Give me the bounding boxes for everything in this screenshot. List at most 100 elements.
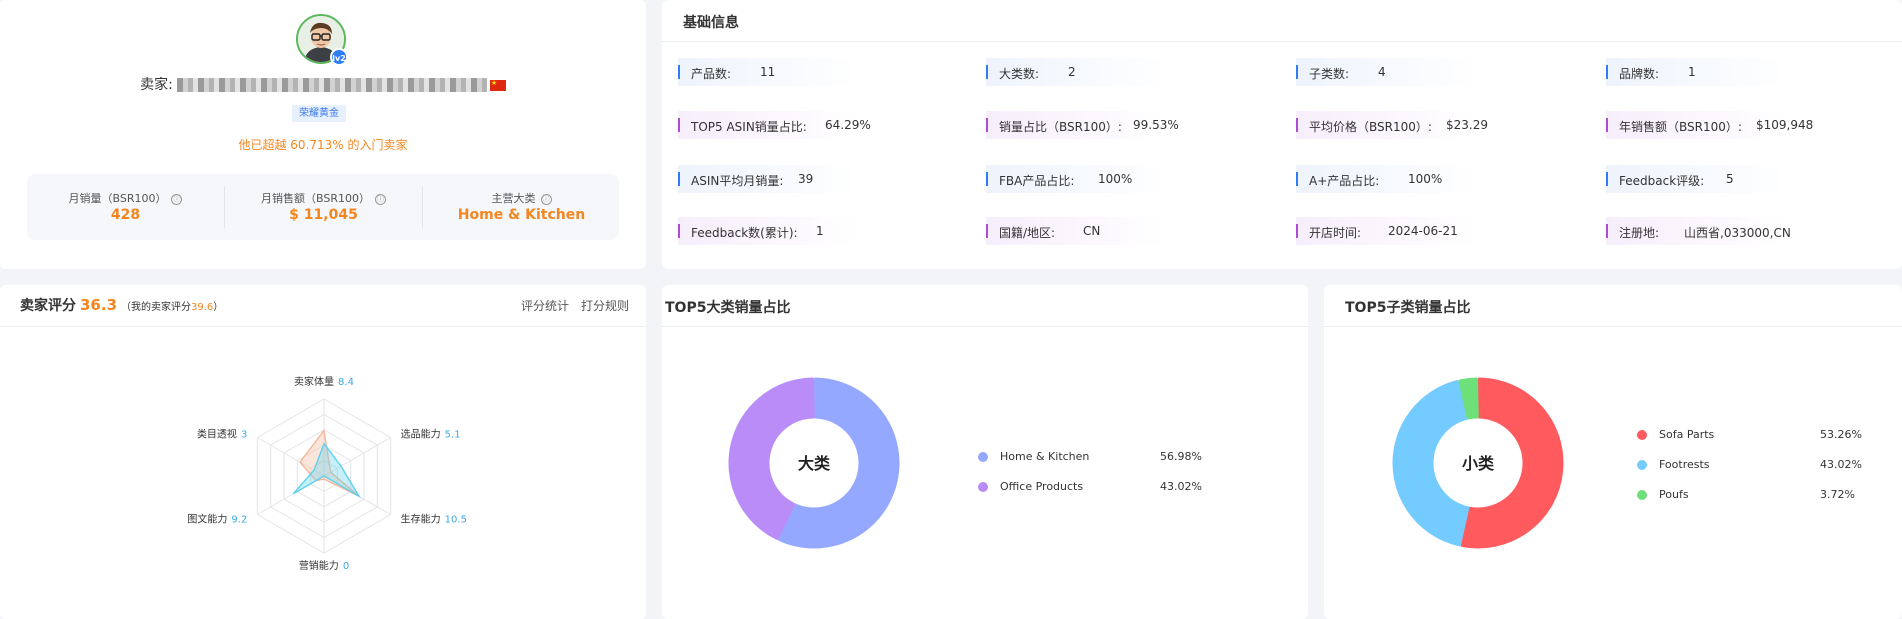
info-value: 山西省,033000,CN bbox=[1684, 226, 1791, 240]
donut-center-label: 大类 bbox=[798, 454, 831, 473]
info-label: 开店时间: bbox=[1309, 226, 1362, 240]
my-score: （我的卖家评分39.6） bbox=[121, 302, 223, 313]
legend-dot-icon bbox=[1637, 490, 1647, 500]
donut-slice[interactable] bbox=[1392, 380, 1470, 547]
info-label: A+产品占比: bbox=[1309, 174, 1380, 188]
score-stats-link[interactable]: 评分统计 bbox=[521, 297, 569, 314]
legend-item[interactable]: Sofa Parts 53.26% bbox=[1637, 428, 1870, 442]
legend-percent: 56.98% bbox=[1160, 450, 1202, 463]
radar-dimension-value: 9.2 bbox=[231, 515, 247, 526]
panel-title: 基础信息 bbox=[683, 15, 739, 31]
info-label: 年销售额（BSR100）: bbox=[1619, 120, 1742, 134]
score-title: 卖家评分 36.3 （我的卖家评分39.6） bbox=[20, 295, 223, 315]
info-item: TOP5 ASIN销量占比: 64.29% bbox=[678, 111, 871, 139]
stat-label: 主营大类 bbox=[491, 192, 536, 205]
info-item: 注册地: 山西省,033000,CN bbox=[1606, 217, 1791, 245]
radar-dimension-name: 选品能力 bbox=[401, 428, 441, 441]
radar-dimension-value: 3 bbox=[241, 430, 247, 441]
info-label: 品牌数: bbox=[1619, 67, 1660, 81]
legend-name: Poufs bbox=[1659, 488, 1689, 501]
info-value: CN bbox=[1083, 224, 1101, 238]
radar-dimension-name: 营销能力 bbox=[299, 559, 339, 572]
panel-header: 卖家评分 36.3 （我的卖家评分39.6） 评分统计 打分规则 bbox=[0, 285, 646, 327]
legend-percent: 43.02% bbox=[1820, 458, 1862, 471]
info-label: 国籍/地区: bbox=[999, 226, 1056, 240]
panel-header: TOP5大类销量占比 bbox=[662, 285, 1308, 327]
beat-percentage-text: 他已超越 60.713% 的入门卖家 bbox=[238, 138, 408, 152]
seller-name-redacted[interactable] bbox=[176, 78, 487, 92]
info-value: 100% bbox=[1098, 172, 1133, 186]
info-value: 2 bbox=[1068, 65, 1076, 79]
info-label: 大类数: bbox=[999, 67, 1040, 81]
subcategory-donut-chart: 小类 bbox=[1392, 377, 1564, 549]
legend-item[interactable]: Footrests 43.02% bbox=[1637, 458, 1870, 472]
seller-card: lv2 卖家: 荣耀黄金 他已超越 60.713% 的入门卖家 月销量（BSR1… bbox=[0, 0, 646, 269]
stat-label: 月销售额（BSR100） bbox=[261, 192, 370, 205]
radar-seller-series bbox=[292, 442, 361, 499]
info-label: TOP5 ASIN销量占比: bbox=[691, 120, 807, 134]
radar-dimension-name: 卖家体量 bbox=[294, 375, 334, 388]
score-rules-link[interactable]: 打分规则 bbox=[581, 297, 629, 314]
info-item: 品牌数: 1 bbox=[1606, 58, 1786, 86]
score-label: 卖家评分 bbox=[20, 298, 76, 314]
info-item: 大类数: 2 bbox=[986, 58, 1166, 86]
info-icon[interactable]: ⓘ bbox=[540, 193, 552, 205]
radar-axis-label: 类目透视 3 bbox=[197, 428, 247, 441]
info-item: 国籍/地区: CN bbox=[986, 217, 1166, 245]
top5-category-panel: TOP5大类销量占比 大类 Home & Kitchen 56.98% Office… bbox=[662, 285, 1308, 619]
info-item: 销量占比（BSR100）: 99.53% bbox=[986, 111, 1179, 139]
info-value: 11 bbox=[760, 65, 776, 79]
stat-monthly-sales: 月销量（BSR100） ⓘ 428 bbox=[27, 174, 224, 240]
score-value: 36.3 bbox=[80, 296, 118, 314]
panel-header: 基础信息 bbox=[662, 0, 1902, 42]
legend-dot-icon bbox=[978, 482, 988, 492]
info-item: ASIN平均月销量: 39 bbox=[678, 165, 858, 193]
info-value: $109,948 bbox=[1756, 118, 1814, 132]
radar-dimension-value: 8.4 bbox=[338, 377, 354, 388]
legend-percent: 3.72% bbox=[1820, 488, 1855, 501]
stat-value: $ 11,045 bbox=[289, 207, 358, 223]
china-flag-icon bbox=[489, 79, 506, 91]
legend-item[interactable]: Poufs 3.72% bbox=[1637, 488, 1870, 502]
info-item: 平均价格（BSR100）: $23.29 bbox=[1296, 111, 1488, 139]
stat-main-category: 主营大类 ⓘ Home & Kitchen bbox=[423, 174, 620, 240]
stat-value: 428 bbox=[110, 207, 141, 223]
info-label: 平均价格（BSR100）: bbox=[1309, 120, 1432, 134]
info-value: $23.29 bbox=[1446, 118, 1488, 132]
info-label: Feedback数(累计): bbox=[691, 226, 798, 240]
legend-percent: 43.02% bbox=[1160, 480, 1202, 493]
radar-dimension-name: 生存能力 bbox=[401, 513, 441, 526]
legend-name: Footrests bbox=[1659, 458, 1710, 471]
basic-info-panel: 基础信息 产品数: 11 大类数: 2 子类数: 4 品牌数: 1 TOP5 ASIN销量占比:… bbox=[662, 0, 1902, 269]
top5-subcategory-panel: TOP5子类销量占比 小类 Sofa Parts 53.26% Footrests 4… bbox=[1324, 285, 1902, 619]
info-icon[interactable]: ⓘ bbox=[171, 193, 183, 205]
level-badge: lv2 bbox=[330, 48, 348, 66]
category-donut-chart: 大类 bbox=[728, 377, 900, 549]
info-icon[interactable]: ⓘ bbox=[374, 193, 386, 205]
info-value: 39 bbox=[798, 172, 814, 186]
seller-name-line: 卖家: bbox=[0, 74, 646, 94]
seller-prefix: 卖家: bbox=[140, 77, 173, 93]
info-value: 64.29% bbox=[825, 118, 871, 132]
stat-label: 月销量（BSR100） bbox=[68, 192, 167, 205]
panel-header: TOP5子类销量占比 bbox=[1324, 285, 1902, 327]
legend-item[interactable]: Office Products 43.02% bbox=[978, 480, 1210, 494]
legend-dot-icon bbox=[1637, 430, 1647, 440]
info-value: 100% bbox=[1408, 172, 1443, 186]
legend-item[interactable]: Home & Kitchen 56.98% bbox=[978, 450, 1210, 464]
radar-dimension-name: 类目透视 bbox=[197, 428, 237, 441]
info-value: 99.53% bbox=[1133, 118, 1179, 132]
legend-name: Sofa Parts bbox=[1659, 428, 1715, 441]
my-score-suffix: ） bbox=[213, 302, 224, 313]
info-label: Feedback评级: bbox=[1619, 174, 1705, 188]
stat-monthly-revenue: 月销售额（BSR100） ⓘ $ 11,045 bbox=[225, 174, 422, 240]
info-item: A+产品占比: 100% bbox=[1296, 165, 1476, 193]
legend-dot-icon bbox=[978, 452, 988, 462]
info-item: 开店时间: 2024-06-21 bbox=[1296, 217, 1476, 245]
radar-axis-label: 营销能力 0 bbox=[299, 559, 349, 572]
radar-axis-label: 生存能力 10.5 bbox=[401, 513, 467, 526]
info-label: 销量占比（BSR100）: bbox=[999, 120, 1122, 134]
info-label: 产品数: bbox=[691, 67, 732, 81]
radar-dimension-value: 5.1 bbox=[445, 430, 461, 441]
info-value: 2024-06-21 bbox=[1388, 224, 1458, 238]
